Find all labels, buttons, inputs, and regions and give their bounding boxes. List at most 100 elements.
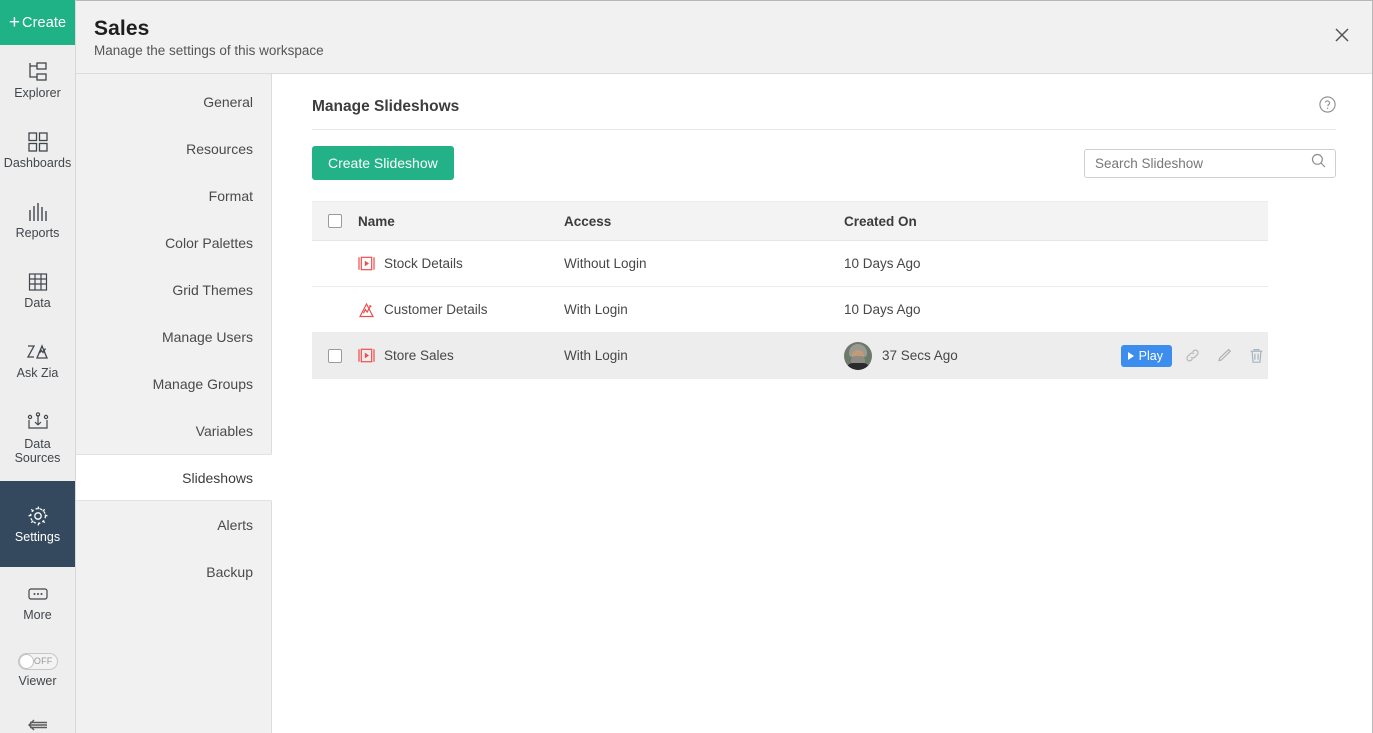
nav-item-label: Variables bbox=[195, 422, 253, 439]
row-name-label: Customer Details bbox=[384, 302, 488, 317]
sidebar-item-label: More bbox=[23, 607, 52, 622]
dashboards-icon bbox=[27, 130, 49, 154]
column-header-label: Name bbox=[358, 213, 395, 229]
select-all-checkbox[interactable] bbox=[328, 214, 342, 228]
search-slideshow-box[interactable] bbox=[1084, 148, 1336, 178]
nav-item-label: Backup bbox=[206, 563, 253, 580]
data-icon bbox=[27, 270, 49, 294]
row-name-cell: Customer Details bbox=[358, 302, 564, 318]
row-access-cell: With Login bbox=[564, 347, 844, 365]
sidebar-item-label: Dashboards bbox=[3, 155, 72, 170]
settings-nav-item-resources[interactable]: Resources bbox=[76, 125, 271, 172]
sidebar-item-label: Explorer bbox=[14, 85, 61, 100]
more-icon bbox=[26, 582, 50, 606]
settings-nav-item-grid-themes[interactable]: Grid Themes bbox=[76, 266, 271, 313]
settings-nav-item-alerts[interactable]: Alerts bbox=[76, 501, 271, 548]
row-access-label: With Login bbox=[564, 301, 628, 317]
reports-icon bbox=[27, 200, 49, 224]
nav-item-label: Alerts bbox=[217, 516, 253, 533]
slideshows-table: Name Access Created On Stock Details Wit… bbox=[312, 201, 1268, 379]
settings-nav-item-color-palettes[interactable]: Color Palettes bbox=[76, 219, 271, 266]
settings-nav: General Resources Format Color Palettes … bbox=[76, 74, 272, 733]
row-name-cell: Store Sales bbox=[358, 348, 564, 363]
table-header-row: Name Access Created On bbox=[312, 201, 1268, 241]
settings-nav-item-format[interactable]: Format bbox=[76, 172, 271, 219]
table-row[interactable]: Customer Details With Login 10 Days Ago bbox=[312, 287, 1268, 333]
chart-triangle-icon bbox=[358, 302, 375, 318]
settings-nav-item-manage-groups[interactable]: Manage Groups bbox=[76, 360, 271, 407]
viewer-toggle-switch[interactable]: OFF bbox=[17, 652, 58, 670]
row-name-label: Store Sales bbox=[384, 348, 454, 363]
pencil-icon[interactable] bbox=[1212, 344, 1236, 368]
search-icon[interactable] bbox=[1311, 153, 1326, 173]
link-icon[interactable] bbox=[1180, 344, 1204, 368]
sidebar-item-explorer[interactable]: Explorer bbox=[0, 45, 75, 115]
settings-nav-item-slideshows[interactable]: Slideshows bbox=[76, 454, 272, 501]
row-checkbox[interactable] bbox=[328, 348, 342, 363]
collapse-sidebar-button[interactable] bbox=[0, 703, 75, 733]
nav-item-label: Format bbox=[208, 187, 253, 204]
settings-nav-item-manage-users[interactable]: Manage Users bbox=[76, 313, 271, 360]
play-button-label: Play bbox=[1138, 348, 1163, 363]
nav-item-label: Resources bbox=[186, 140, 253, 157]
search-input[interactable] bbox=[1095, 155, 1311, 171]
nav-item-label: Manage Groups bbox=[152, 375, 253, 392]
plus-icon: + bbox=[8, 12, 21, 33]
column-header-label: Created On bbox=[844, 213, 917, 229]
section-title: Manage Slideshows bbox=[312, 98, 460, 115]
help-circle-icon[interactable] bbox=[1319, 96, 1336, 118]
sidebar-item-dashboards[interactable]: Dashboards bbox=[0, 115, 75, 185]
nav-item-label: Manage Users bbox=[161, 328, 253, 345]
sidebar-item-label: Ask Zia bbox=[16, 365, 59, 380]
play-triangle-icon bbox=[1127, 351, 1134, 360]
table-row[interactable]: Store Sales With Login 37 Secs Ago Play bbox=[312, 333, 1268, 379]
sidebar-item-ask-zia[interactable]: Ask Zia bbox=[0, 325, 75, 395]
content-header: Manage Slideshows bbox=[312, 96, 1336, 130]
toggle-knob bbox=[18, 653, 34, 669]
collapse-arrow-icon bbox=[25, 717, 51, 733]
header-text-block: Sales Manage the settings of this worksp… bbox=[94, 17, 324, 58]
page-subtitle: Manage the settings of this workspace bbox=[94, 42, 324, 58]
row-name-label: Stock Details bbox=[384, 256, 463, 271]
create-slideshow-button[interactable]: Create Slideshow bbox=[312, 146, 454, 180]
sidebar-item-label: Settings bbox=[14, 529, 61, 544]
column-header-created-on[interactable]: Created On bbox=[844, 214, 1268, 229]
gear-icon bbox=[26, 504, 50, 528]
row-created-on-label: 37 Secs Ago bbox=[882, 348, 958, 363]
sidebar-item-label: Data Sources bbox=[14, 437, 61, 465]
row-select-cell bbox=[312, 348, 358, 363]
settings-panel: Sales Manage the settings of this worksp… bbox=[76, 0, 1373, 733]
sidebar-item-label: Data bbox=[24, 295, 51, 310]
row-access-cell: Without Login bbox=[564, 255, 844, 273]
play-button[interactable]: Play bbox=[1120, 344, 1172, 367]
viewer-label: Viewer bbox=[18, 673, 57, 688]
page-title: Sales bbox=[94, 16, 150, 40]
column-header-name[interactable]: Name bbox=[358, 214, 564, 229]
table-row[interactable]: Stock Details Without Login 10 Days Ago bbox=[312, 241, 1268, 287]
ask-zia-icon bbox=[26, 340, 50, 364]
close-icon bbox=[1333, 26, 1351, 49]
settings-nav-item-general[interactable]: General bbox=[76, 78, 271, 125]
panel-header: Sales Manage the settings of this worksp… bbox=[76, 0, 1372, 74]
explorer-icon bbox=[27, 60, 49, 84]
sidebar-item-data[interactable]: Data bbox=[0, 255, 75, 325]
slideshow-play-icon bbox=[358, 256, 375, 271]
panel-body: General Resources Format Color Palettes … bbox=[76, 74, 1372, 733]
close-panel-button[interactable] bbox=[1324, 19, 1360, 55]
nav-item-label: General bbox=[203, 93, 253, 110]
avatar bbox=[844, 341, 872, 370]
settings-nav-item-backup[interactable]: Backup bbox=[76, 548, 271, 595]
primary-sidebar: + Create Explorer Dashboards Reports Dat… bbox=[0, 0, 76, 733]
viewer-toggle[interactable]: OFF Viewer bbox=[0, 637, 75, 703]
settings-nav-item-variables[interactable]: Variables bbox=[76, 407, 271, 454]
sidebar-item-more[interactable]: More bbox=[0, 567, 75, 637]
row-access-label: With Login bbox=[564, 347, 628, 363]
slideshows-content: Manage Slideshows Create Slideshow Searc… bbox=[272, 74, 1372, 733]
create-button[interactable]: + Create bbox=[0, 0, 75, 45]
sidebar-item-data-sources[interactable]: Data Sources bbox=[0, 395, 75, 481]
column-header-access[interactable]: Access bbox=[564, 214, 844, 229]
trash-icon[interactable] bbox=[1244, 344, 1268, 368]
sidebar-item-reports[interactable]: Reports bbox=[0, 185, 75, 255]
sidebar-item-settings[interactable]: Settings bbox=[0, 481, 75, 567]
row-name-cell: Stock Details bbox=[358, 256, 564, 271]
